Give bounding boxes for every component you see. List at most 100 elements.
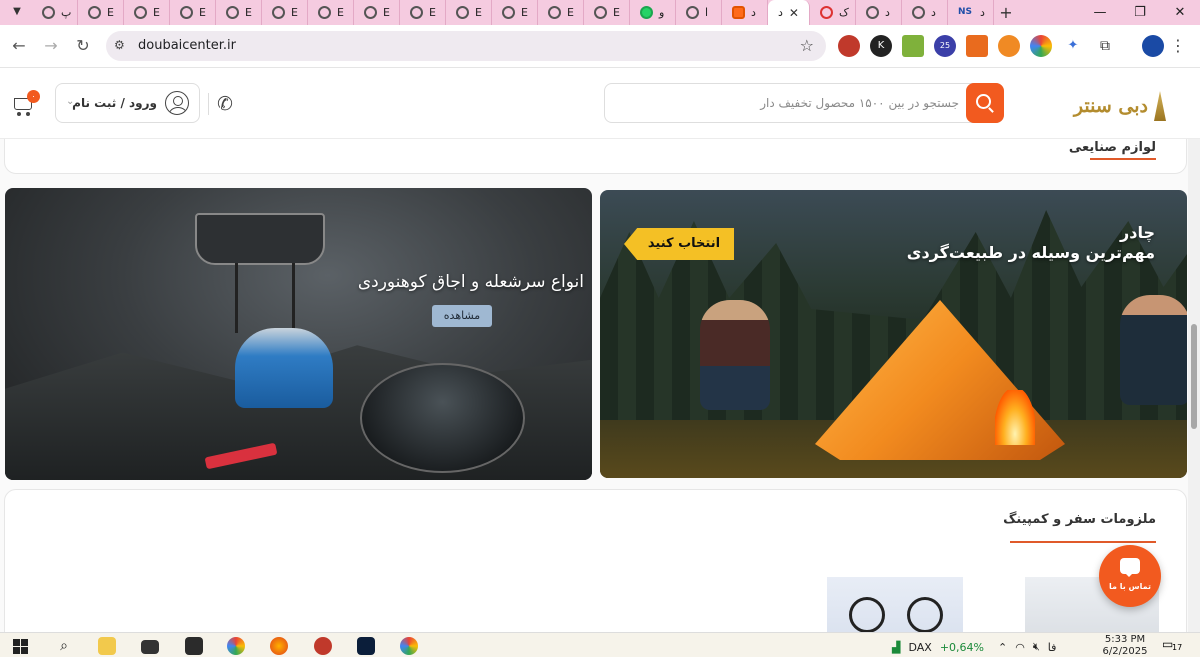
phone-icon[interactable]: ✆ bbox=[217, 93, 239, 115]
tab[interactable]: ک bbox=[810, 0, 856, 25]
tab[interactable]: E bbox=[492, 0, 538, 25]
extension-icon-8[interactable]: ✦ bbox=[1062, 35, 1084, 57]
site-settings-icon[interactable]: ⚙ bbox=[114, 38, 125, 52]
search-button[interactable] bbox=[966, 83, 1004, 123]
tab-label: د bbox=[778, 6, 783, 19]
search-taskbar-icon[interactable]: ⌕ bbox=[53, 636, 75, 656]
tab[interactable]: NS د bbox=[948, 0, 994, 25]
browser-tab-strip: ▼ پ E E E E E E E E E E E E و ا د د ✕ ک د د NS د + — ❐ ✕ bbox=[0, 0, 1200, 25]
tab-label: E bbox=[613, 6, 620, 19]
minimize-button[interactable]: — bbox=[1080, 0, 1120, 25]
tab[interactable]: E bbox=[400, 0, 446, 25]
globe-icon bbox=[594, 6, 607, 19]
globe-icon bbox=[318, 6, 331, 19]
cart-button[interactable]: ۰ bbox=[12, 90, 40, 117]
bookmark-star-icon[interactable]: ☆ bbox=[800, 36, 814, 55]
tab[interactable]: E bbox=[170, 0, 216, 25]
chrome-icon[interactable] bbox=[227, 637, 245, 655]
date: 6/2/2025 bbox=[1102, 646, 1148, 657]
site-logo[interactable]: دبی سنتر bbox=[1074, 91, 1166, 121]
notification-center-icon[interactable]: 17 ▭ bbox=[1162, 637, 1182, 655]
extension-icon-1[interactable] bbox=[838, 35, 860, 57]
search-input[interactable] bbox=[615, 84, 959, 122]
tab-label: E bbox=[245, 6, 252, 19]
tab[interactable]: E bbox=[584, 0, 630, 25]
ticker-name[interactable]: DAX bbox=[908, 641, 931, 654]
extension-icon-k[interactable]: K bbox=[870, 35, 892, 57]
new-tab-button[interactable]: + bbox=[994, 0, 1018, 25]
reload-button[interactable]: ↻ bbox=[72, 35, 94, 57]
tab[interactable]: E bbox=[216, 0, 262, 25]
tab[interactable]: پ bbox=[32, 0, 78, 25]
browser-menu-icon[interactable]: ⋮ bbox=[1170, 36, 1186, 55]
logo-tower-icon bbox=[1154, 91, 1166, 121]
back-button[interactable]: ← bbox=[8, 35, 30, 57]
extension-icon-3[interactable] bbox=[902, 35, 924, 57]
close-window-button[interactable]: ✕ bbox=[1160, 0, 1200, 25]
tab-search-dropdown-icon[interactable]: ▼ bbox=[6, 2, 28, 22]
chevron-up-icon[interactable]: ⌃ bbox=[998, 641, 1007, 654]
tab[interactable]: د bbox=[856, 0, 902, 25]
choose-button[interactable]: انتخاب کنید bbox=[624, 228, 734, 260]
page-content: لوازم صنایعی انواع سرشعله و اجاق کوهنورد… bbox=[0, 139, 1188, 632]
photoshop-icon[interactable] bbox=[357, 637, 375, 655]
page-scrollbar[interactable] bbox=[1188, 139, 1200, 632]
extension-icon-badge[interactable]: 25 bbox=[934, 35, 956, 57]
pan-image bbox=[360, 363, 525, 473]
firefox-icon[interactable] bbox=[270, 637, 288, 655]
contact-us-button[interactable]: تماس با ما bbox=[1099, 545, 1161, 607]
volume-muted-icon[interactable]: 🔇︎ bbox=[1033, 640, 1040, 654]
previous-section-card: لوازم صنایعی bbox=[4, 139, 1187, 174]
tab[interactable]: د bbox=[902, 0, 948, 25]
forward-button[interactable]: → bbox=[40, 35, 62, 57]
close-tab-icon[interactable]: ✕ bbox=[789, 6, 799, 20]
stove-banner[interactable]: انواع سرشعله و اجاق کوهنوردی مشاهده bbox=[5, 188, 592, 480]
clock[interactable]: 5:33 PM 6/2/2025 bbox=[1096, 634, 1154, 657]
view-button[interactable]: مشاهده bbox=[432, 305, 492, 327]
tab[interactable]: د bbox=[722, 0, 768, 25]
mail-icon[interactable] bbox=[141, 640, 159, 654]
extension-icon-6[interactable] bbox=[998, 35, 1020, 57]
site-header: دبی سنتر ✆ ⌄ ورود / ثبت نام ۰ bbox=[0, 69, 1200, 139]
globe-icon bbox=[226, 6, 239, 19]
tab[interactable]: E bbox=[446, 0, 492, 25]
scrollbar-thumb[interactable] bbox=[1191, 324, 1197, 429]
wifi-icon[interactable]: ◠ bbox=[1015, 641, 1025, 654]
login-register-button[interactable]: ⌄ ورود / ثبت نام bbox=[55, 83, 200, 123]
tab-label: E bbox=[383, 6, 390, 19]
tab-label: E bbox=[107, 6, 114, 19]
extension-icon-7[interactable] bbox=[1030, 35, 1052, 57]
tab[interactable]: E bbox=[78, 0, 124, 25]
app-icon[interactable] bbox=[314, 637, 332, 655]
bicycle-wheel bbox=[849, 597, 885, 632]
tab[interactable]: E bbox=[124, 0, 170, 25]
product-image-bicycle[interactable] bbox=[827, 577, 963, 632]
windows-taskbar: ⌕ ▟ DAX +0,64% ⌃ ◠ 🔇︎ فا 5:33 PM 6/2/202… bbox=[0, 632, 1200, 657]
whatsapp-icon bbox=[640, 6, 653, 19]
file-explorer-icon[interactable] bbox=[98, 637, 116, 655]
tab[interactable]: E bbox=[354, 0, 400, 25]
globe-icon bbox=[866, 6, 879, 19]
tab-active[interactable]: د ✕ bbox=[768, 0, 810, 25]
tab[interactable]: E bbox=[308, 0, 354, 25]
tent-banner[interactable]: چادر مهم‌ترین وسیله در طبیعت‌گردی انتخاب… bbox=[600, 190, 1187, 478]
tent-banner-title: چادر bbox=[1120, 223, 1155, 242]
language-indicator[interactable]: فا bbox=[1048, 641, 1057, 654]
tab[interactable]: E bbox=[262, 0, 308, 25]
profile-avatar[interactable] bbox=[1142, 35, 1164, 57]
campfire-image bbox=[995, 390, 1035, 445]
extension-icon-5[interactable] bbox=[966, 35, 988, 57]
stove-banner-title: انواع سرشعله و اجاق کوهنوردی bbox=[357, 272, 584, 292]
extensions-puzzle-icon[interactable]: ⧉ bbox=[1094, 35, 1116, 57]
windows-start-icon[interactable] bbox=[13, 639, 28, 654]
restore-button[interactable]: ❐ bbox=[1120, 0, 1160, 25]
title-underline bbox=[1090, 158, 1156, 160]
tab[interactable]: ا bbox=[676, 0, 722, 25]
tab[interactable]: و bbox=[630, 0, 676, 25]
tab-label: ک bbox=[839, 6, 849, 19]
chrome-profile-icon[interactable] bbox=[400, 637, 418, 655]
store-icon[interactable] bbox=[185, 637, 203, 655]
cart-wheel bbox=[26, 112, 30, 116]
address-bar[interactable]: ⚙ doubaicenter.ir ☆ bbox=[106, 31, 826, 61]
tab[interactable]: E bbox=[538, 0, 584, 25]
